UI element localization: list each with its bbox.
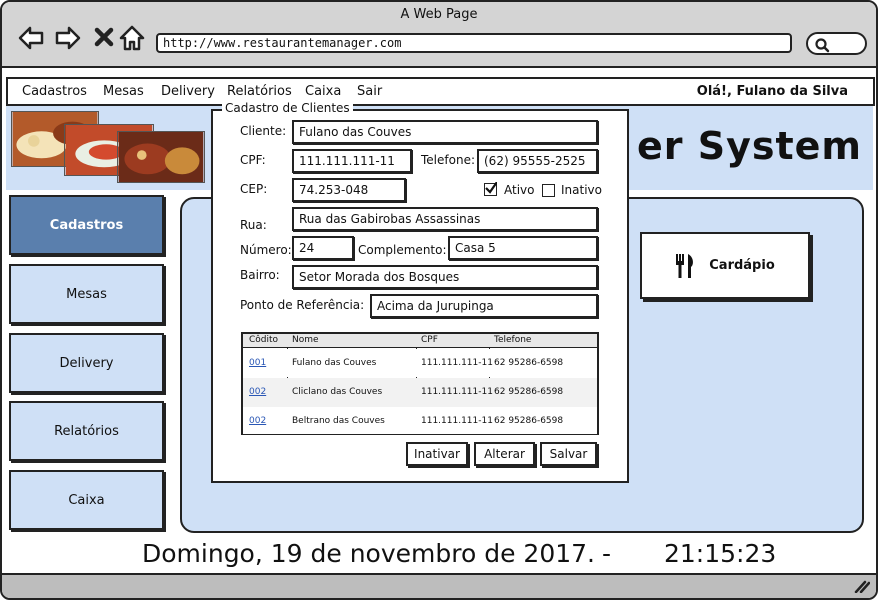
user-greeting: Olá!, Fulano da Silva — [696, 84, 848, 99]
date-time-separator: - — [602, 539, 612, 568]
browser-chrome: A Web Page http://www.restaurantemanager… — [2, 2, 876, 68]
table-row[interactable]: 002 Cliclano das Couves 111.111.111-11 6… — [243, 378, 597, 407]
window-title: A Web Page — [400, 7, 478, 22]
menu-item-relatorios[interactable]: Relatórios — [227, 84, 292, 99]
cpf-label: CPF: — [240, 153, 266, 167]
row-telefone: 62 95286-6598 — [494, 358, 564, 368]
telefone-label: Telefone: — [421, 153, 475, 167]
rua-label: Rua: — [240, 218, 267, 232]
url-bar[interactable]: http://www.restaurantemanager.com — [156, 33, 792, 53]
menu-item-delivery[interactable]: Delivery — [161, 84, 215, 99]
menu-item-sair[interactable]: Sair — [357, 84, 382, 99]
menu-item-mesas[interactable]: Mesas — [103, 84, 144, 99]
referencia-label: Ponto de Referência: — [240, 298, 365, 312]
cep-field[interactable]: 74.253-048 — [292, 178, 406, 202]
home-icon[interactable] — [118, 24, 146, 52]
checkmark-icon — [485, 182, 497, 194]
banner-title: er System — [637, 124, 863, 168]
inativo-checkbox[interactable] — [542, 184, 555, 197]
row-cpf: 111.111.111-11 — [421, 416, 493, 426]
alterar-button[interactable]: Alterar — [474, 442, 535, 466]
date-display: Domingo, 19 de novembro de 2017. — [142, 539, 595, 568]
bairro-label: Bairro: — [240, 268, 280, 282]
row-cpf: 111.111.111-11 — [421, 358, 493, 368]
row-nome: Fulano das Couves — [292, 358, 377, 368]
telefone-field[interactable]: (62) 95555-2525 — [477, 149, 598, 173]
browser-search-box[interactable] — [806, 32, 867, 55]
ativo-label: Ativo — [504, 183, 535, 197]
sidebar-item-cadastros[interactable]: Cadastros — [9, 195, 164, 255]
close-x-icon[interactable] — [91, 24, 119, 52]
browser-window: A Web Page http://www.restaurantemanager… — [0, 0, 878, 600]
rua-field[interactable]: Rua das Gabirobas Assassinas — [292, 207, 598, 231]
cardapio-label: Cardápio — [709, 258, 775, 273]
forward-arrow-icon[interactable] — [54, 24, 82, 52]
salvar-button[interactable]: Salvar — [540, 442, 597, 466]
row-telefone: 62 95286-6598 — [494, 387, 564, 397]
top-menu-bar: Cadastros Mesas Delivery Relatórios Caix… — [6, 77, 875, 106]
time-display: 21:15:23 — [664, 539, 777, 568]
sidebar-item-relatorios[interactable]: Relatórios — [9, 401, 164, 461]
complemento-label: Complemento: — [358, 243, 447, 257]
menu-item-caixa[interactable]: Caixa — [305, 84, 341, 99]
menu-item-cadastros[interactable]: Cadastros — [22, 84, 87, 99]
fork-knife-icon — [676, 253, 694, 278]
inativar-button[interactable]: Inativar — [406, 442, 468, 466]
resize-grip-icon[interactable] — [852, 579, 870, 593]
row-telefone: 62 95286-6598 — [494, 416, 564, 426]
sidebar-item-delivery[interactable]: Delivery — [9, 333, 164, 393]
table-header: Côdito Nome CPF Telefone — [243, 334, 597, 348]
referencia-field[interactable]: Acima da Jurupinga — [370, 294, 598, 318]
numero-label: Número: — [240, 243, 292, 257]
row-nome: Cliclano das Couves — [292, 387, 383, 397]
row-cpf: 111.111.111-11 — [421, 387, 493, 397]
row-code-link[interactable]: 002 — [245, 416, 266, 426]
row-nome: Beltrano das Couves — [292, 416, 385, 426]
cep-label: CEP: — [240, 182, 268, 196]
search-icon — [815, 38, 830, 53]
cardapio-button[interactable]: Cardápio — [640, 232, 810, 299]
header-cpf: CPF — [421, 335, 438, 345]
header-nome: Nome — [292, 335, 319, 345]
food-photo-3 — [117, 131, 205, 183]
complemento-field[interactable]: Casa 5 — [448, 236, 598, 260]
row-code-link[interactable]: 002 — [245, 387, 266, 397]
dialog-legend: Cadastro de Clientes — [222, 101, 353, 115]
cliente-label: Cliente: — [240, 124, 287, 138]
table-row[interactable]: 002 Beltrano das Couves 111.111.111-11 6… — [243, 407, 597, 434]
ativo-checkbox[interactable] — [484, 182, 497, 196]
numero-field[interactable]: 24 — [292, 236, 354, 260]
sidebar-item-caixa[interactable]: Caixa — [9, 470, 164, 530]
back-arrow-icon[interactable] — [17, 24, 45, 52]
row-code-link[interactable]: 001 — [245, 358, 266, 368]
header-telefone: Telefone — [494, 335, 532, 345]
browser-status-bar — [2, 573, 876, 598]
header-codigo: Côdito — [249, 335, 279, 345]
cpf-field[interactable]: 111.111.111-11 — [292, 149, 412, 173]
cliente-field[interactable]: Fulano das Couves — [292, 120, 598, 144]
inativo-label: Inativo — [561, 183, 602, 197]
bairro-field[interactable]: Setor Morada dos Bosques — [292, 265, 598, 289]
sidebar-item-mesas[interactable]: Mesas — [9, 264, 164, 324]
clients-table: Côdito Nome CPF Telefone 001 Fulano das … — [241, 332, 599, 435]
table-row[interactable]: 001 Fulano das Couves 111.111.111-11 62 … — [243, 349, 597, 377]
